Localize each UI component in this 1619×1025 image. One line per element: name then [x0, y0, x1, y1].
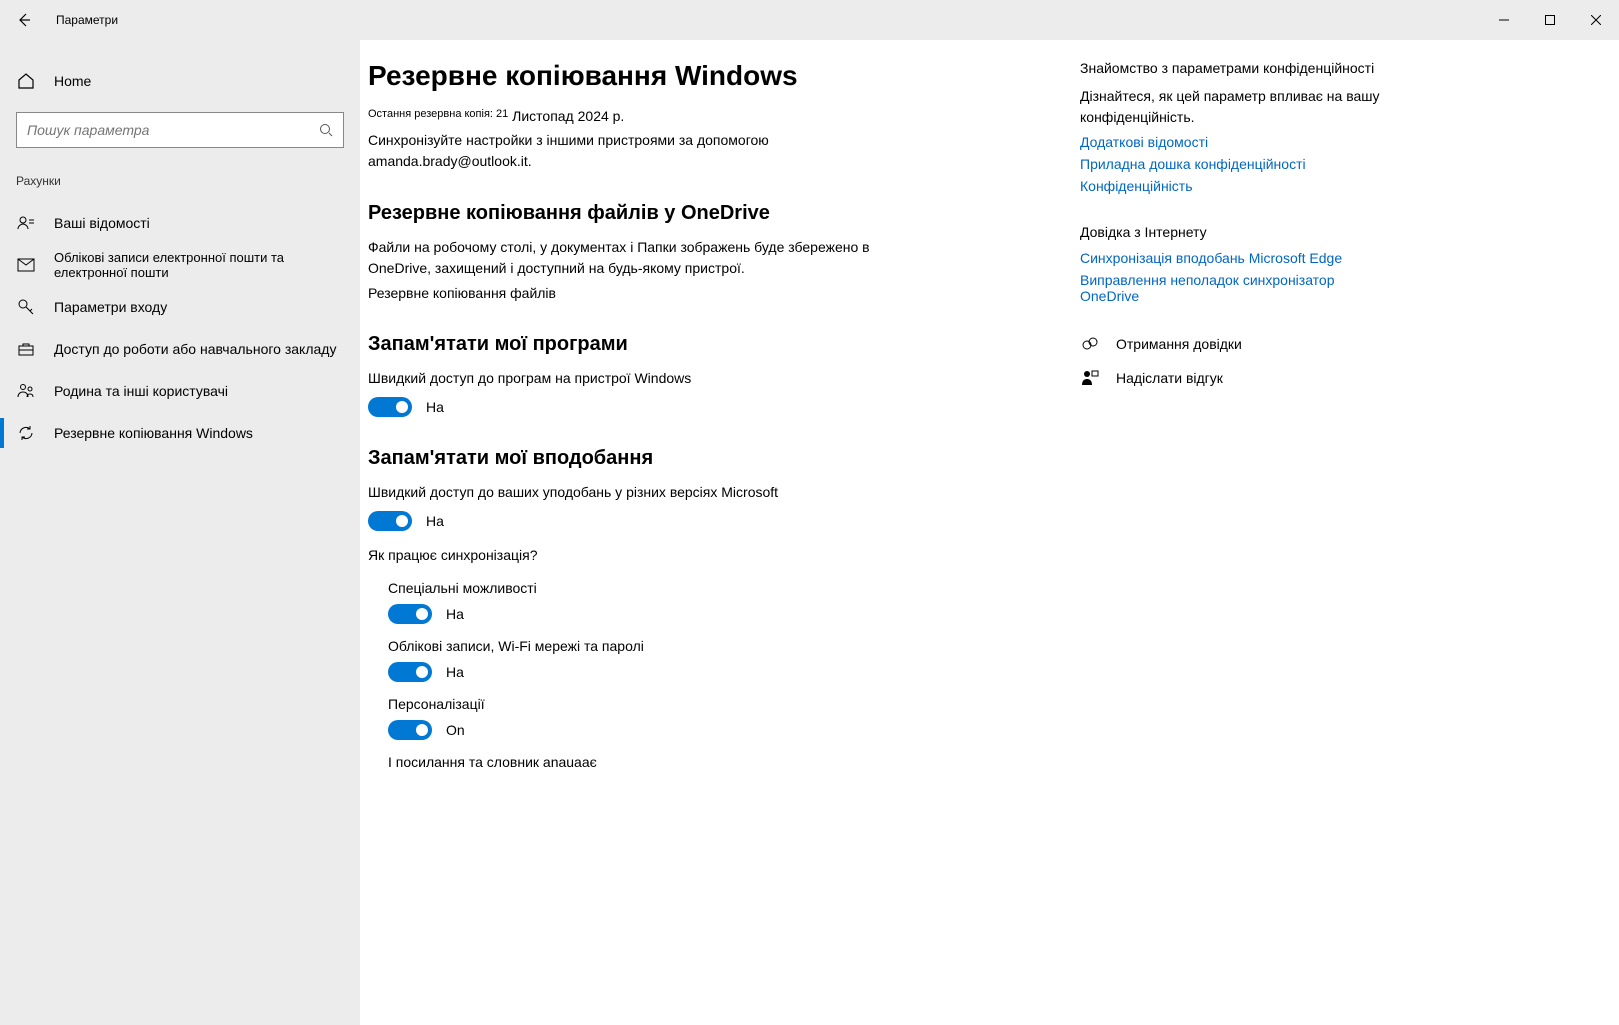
privacy-description: Дізнайтеся, як цей параметр впливає на в… [1080, 86, 1380, 128]
onedrive-description: Файли на робочому столі, у документах і … [368, 237, 928, 279]
close-button[interactable] [1573, 0, 1619, 40]
toggle-label: На [446, 664, 464, 680]
apps-toggle-row: На [368, 397, 1080, 417]
sub-toggle-row: На [388, 604, 1080, 624]
prefs-toggle-row: На [368, 511, 1080, 531]
link-more-info[interactable]: Додаткові відомості [1080, 134, 1380, 150]
close-icon [1591, 15, 1601, 25]
key-icon [16, 297, 36, 317]
nav-home[interactable]: Home [0, 60, 360, 102]
sidebar-item-label: Облікові записи електронної пошти та еле… [54, 250, 360, 280]
sub-title: Спеціальні можливості [388, 580, 1080, 596]
sidebar-item-email[interactable]: Облікові записи електронної пошти та еле… [0, 244, 360, 286]
maximize-icon [1545, 15, 1555, 25]
sidebar: Home Рахунки Ваші відомості Облікові зап… [0, 40, 360, 1025]
webhelp-block: Довідка з Інтернету Синхронізація вподоб… [1080, 224, 1380, 304]
main-column: Резервне копіювання Windows Остання резе… [360, 60, 1080, 1025]
prefs-toggle[interactable] [368, 511, 412, 531]
apps-toggle[interactable] [368, 397, 412, 417]
search-box[interactable] [16, 112, 344, 148]
get-help-label: Отримання довідки [1116, 336, 1242, 352]
sub-toggle-row: On [388, 720, 1080, 740]
sub-accessibility: Спеціальні можливості На [388, 580, 1080, 624]
people-icon [16, 381, 36, 401]
last-backup-line: Остання резервна копія: 21 Листопад 2024… [368, 108, 1080, 124]
apps-toggle-label: На [426, 399, 444, 415]
toggle-label: On [446, 722, 465, 738]
privacy-block: Знайомство з параметрами конфіденційност… [1080, 60, 1380, 194]
window-title: Параметри [48, 13, 118, 27]
toggle-label: На [446, 606, 464, 622]
link-privacy[interactable]: Конфіденційність [1080, 178, 1380, 194]
nav-home-label: Home [54, 73, 91, 89]
mail-icon [16, 255, 36, 275]
window-controls [1481, 0, 1619, 40]
back-button[interactable] [0, 0, 48, 40]
sidebar-item-family[interactable]: Родина та інші користувачі [0, 370, 360, 412]
right-column: Знайомство з параметрами конфіденційност… [1080, 60, 1400, 1025]
titlebar: Параметри [0, 0, 1619, 40]
feedback-row[interactable]: Надіслати відгук [1080, 368, 1380, 388]
content-area: Home Рахунки Ваші відомості Облікові зап… [0, 40, 1619, 1025]
sub-personalization: Персоналізації On [388, 696, 1080, 740]
prefs-heading: Запам'ятати мої вподобання [368, 447, 1080, 470]
sidebar-item-signin[interactable]: Параметри входу [0, 286, 360, 328]
sub-accounts: Облікові записи, Wi-Fi мережі та паролі … [388, 638, 1080, 682]
sidebar-item-work[interactable]: Доступ до роботи або навчального закладу [0, 328, 360, 370]
apps-heading: Запам'ятати мої програми [368, 333, 1080, 356]
search-icon [319, 123, 333, 137]
maximize-button[interactable] [1527, 0, 1573, 40]
sub-title: Персоналізації [388, 696, 1080, 712]
briefcase-icon [16, 339, 36, 359]
prefs-description: Швидкий доступ до ваших уподобань у різн… [368, 482, 928, 503]
feedback-label: Надіслати відгук [1116, 370, 1223, 386]
how-sync-link[interactable]: Як працює синхронізація? [368, 545, 928, 566]
arrow-left-icon [16, 12, 32, 28]
sidebar-item-backup[interactable]: Резервне копіювання Windows [0, 412, 360, 454]
help-icon [1080, 334, 1100, 354]
sidebar-item-label: Доступ до роботи або навчального закладу [54, 341, 336, 357]
home-icon [16, 71, 36, 91]
sub-dictionary: І посилання та словник anauaaє [388, 754, 1080, 770]
webhelp-heading: Довідка з Інтернету [1080, 224, 1380, 240]
sync-description: Синхронізуйте настройки з іншими пристро… [368, 130, 928, 172]
prefs-toggle-label: На [426, 513, 444, 529]
privacy-heading: Знайомство з параметрами конфіденційност… [1080, 60, 1380, 76]
sub-toggle-row: На [388, 662, 1080, 682]
last-backup-label: Остання резервна копія: 21 [368, 108, 508, 120]
person-card-icon [16, 213, 36, 233]
sidebar-item-label: Резервне копіювання Windows [54, 425, 253, 441]
accessibility-toggle[interactable] [388, 604, 432, 624]
search-input[interactable] [27, 122, 319, 138]
sub-title: Облікові записи, Wi-Fi мережі та паролі [388, 638, 1080, 654]
link-onedrive-troubleshoot[interactable]: Виправлення неполадок синхронізатор OneD… [1080, 272, 1380, 304]
sidebar-item-label: Параметри входу [54, 299, 167, 315]
minimize-button[interactable] [1481, 0, 1527, 40]
page-title: Резервне копіювання Windows [368, 60, 1080, 92]
sidebar-item-your-info[interactable]: Ваші відомості [0, 202, 360, 244]
link-privacy-dashboard[interactable]: Приладна дошка конфіденційності [1080, 156, 1380, 172]
onedrive-heading: Резервне копіювання файлів у OneDrive [368, 202, 1080, 225]
minimize-icon [1499, 15, 1509, 25]
feedback-icon [1080, 368, 1100, 388]
last-backup-value: Листопад 2024 р. [512, 108, 624, 124]
sub-title: І посилання та словник anauaaє [388, 754, 1080, 770]
sidebar-category: Рахунки [0, 166, 360, 202]
link-edge-sync[interactable]: Синхронізація вподобань Microsoft Edge [1080, 250, 1380, 266]
onedrive-backup-link[interactable]: Резервне копіювання файлів [368, 285, 556, 301]
accounts-toggle[interactable] [388, 662, 432, 682]
main-panel: Резервне копіювання Windows Остання резе… [360, 40, 1619, 1025]
personalization-toggle[interactable] [388, 720, 432, 740]
sync-icon [16, 423, 36, 443]
sidebar-item-label: Родина та інші користувачі [54, 383, 228, 399]
sidebar-item-label: Ваші відомості [54, 215, 150, 231]
get-help-row[interactable]: Отримання довідки [1080, 334, 1380, 354]
apps-description: Швидкий доступ до програм на пристрої Wi… [368, 368, 928, 389]
